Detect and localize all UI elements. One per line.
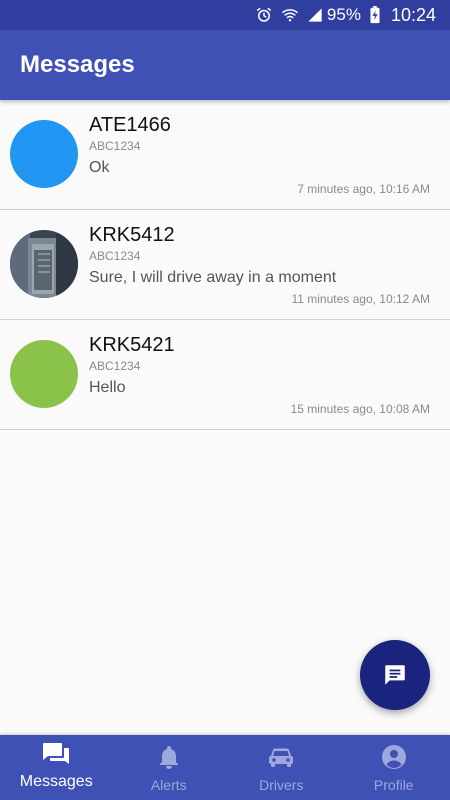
avatar-photo bbox=[10, 230, 78, 298]
message-preview: Hello bbox=[89, 379, 126, 396]
bottom-navigation: Messages Alerts Drivers Profile bbox=[0, 735, 450, 800]
battery-charging-icon bbox=[369, 6, 381, 24]
message-item[interactable]: ATE1466 ABC1234 Ok 7 minutes ago, 10:16 … bbox=[0, 100, 450, 210]
app-bar: Messages bbox=[0, 30, 450, 100]
clock: 10:24 bbox=[390, 4, 436, 25]
messages-icon bbox=[41, 741, 71, 769]
message-preview: Sure, I will drive away in a moment bbox=[89, 269, 337, 286]
nav-label: Messages bbox=[19, 773, 93, 790]
page-title: Messages bbox=[20, 51, 135, 78]
message-timestamp: 7 minutes ago, 10:16 AM bbox=[297, 182, 430, 196]
message-timestamp: 11 minutes ago, 10:12 AM bbox=[291, 292, 430, 306]
sender-subtitle: ABC1234 bbox=[89, 249, 141, 263]
wifi-icon bbox=[281, 6, 299, 24]
nav-messages[interactable]: Messages bbox=[0, 735, 113, 800]
nav-label: Profile bbox=[373, 777, 414, 793]
sender-subtitle: ABC1234 bbox=[89, 139, 141, 153]
message-item[interactable]: KRK5412 ABC1234 Sure, I will drive away … bbox=[0, 210, 450, 320]
sender-name: KRK5421 bbox=[89, 334, 175, 356]
avatar bbox=[10, 120, 78, 188]
new-message-fab[interactable] bbox=[360, 640, 430, 710]
message-list: ATE1466 ABC1234 Ok 7 minutes ago, 10:16 … bbox=[0, 100, 450, 430]
nav-label: Alerts bbox=[150, 777, 187, 793]
sender-name: KRK5412 bbox=[89, 224, 175, 246]
sender-subtitle: ABC1234 bbox=[89, 359, 141, 373]
message-timestamp: 15 minutes ago, 10:08 AM bbox=[290, 402, 430, 416]
message-item[interactable]: KRK5421 ABC1234 Hello 15 minutes ago, 10… bbox=[0, 320, 450, 430]
sender-name: ATE1466 bbox=[89, 114, 171, 136]
nav-label: Drivers bbox=[259, 777, 304, 793]
bell-icon bbox=[157, 743, 181, 771]
nav-drivers[interactable]: Drivers bbox=[225, 735, 338, 800]
message-icon bbox=[382, 662, 408, 688]
account-circle-icon bbox=[381, 743, 407, 771]
alarm-icon bbox=[255, 6, 273, 24]
avatar bbox=[10, 340, 78, 408]
nav-profile[interactable]: Profile bbox=[338, 735, 450, 800]
message-preview: Ok bbox=[89, 159, 110, 176]
nav-alerts[interactable]: Alerts bbox=[113, 735, 226, 800]
battery-percent: 95% bbox=[326, 5, 361, 24]
status-bar: 95% 10:24 bbox=[0, 0, 450, 30]
signal-icon bbox=[307, 7, 323, 23]
car-icon bbox=[267, 743, 295, 771]
